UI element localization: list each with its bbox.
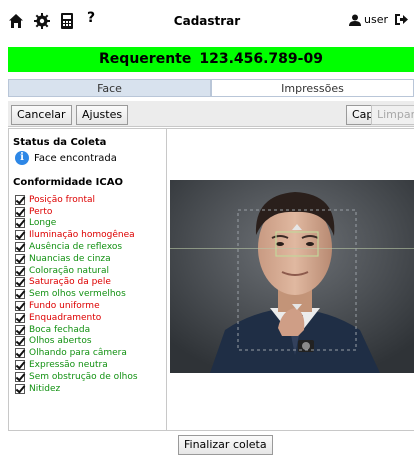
status-message: Face encontrada (34, 152, 117, 164)
checkbox[interactable] (15, 301, 25, 312)
user-name: user (364, 13, 388, 26)
icao-item-label: Iluminação homogênea (29, 230, 135, 241)
icao-item-label: Sem olhos vermelhos (29, 289, 126, 300)
icao-item-label: Sem obstrução de olhos (29, 371, 138, 382)
checkbox[interactable] (15, 230, 25, 241)
user-menu[interactable]: user (349, 13, 408, 26)
icao-item: Boca fechada (15, 324, 138, 336)
checkbox[interactable] (15, 277, 25, 288)
checkbox[interactable] (15, 336, 25, 347)
icao-item-label: Expressão neutra (29, 360, 108, 371)
icao-item: Iluminação homogênea (15, 229, 138, 241)
applicant-number: 123.456.789-09 (199, 51, 323, 67)
user-icon (349, 14, 361, 26)
checkbox[interactable] (15, 218, 25, 229)
status-panel: Status da Coleta i Face encontrada Confo… (9, 129, 167, 430)
finish-capture-button[interactable]: Finalizar coleta (178, 435, 273, 455)
face-photo (170, 180, 414, 373)
device-icon[interactable] (61, 13, 73, 32)
icao-item-label: Nuancias de cinza (29, 253, 111, 264)
icao-item-label: Fundo uniforme (29, 301, 100, 312)
tab-fingerprints[interactable]: Impressões (211, 79, 414, 97)
applicant-banner: Requerente 123.456.789-09 (8, 47, 414, 72)
icao-item-label: Boca fechada (29, 324, 91, 335)
icao-item: Ausência de reflexos (15, 241, 138, 253)
icao-item-label: Olhos abertos (29, 336, 92, 347)
checkbox[interactable] (15, 324, 25, 335)
icao-item-label: Nitidez (29, 383, 61, 394)
checkbox[interactable] (15, 206, 25, 217)
icao-item: Olhando para câmera (15, 347, 138, 359)
gear-icon[interactable] (34, 13, 50, 32)
icao-item-label: Coloração natural (29, 265, 110, 276)
status-title: Status da Coleta (13, 137, 107, 148)
capture-tabs: Face Impressões (8, 79, 414, 97)
icao-item: Olhos abertos (15, 336, 138, 348)
icao-item: Nitidez (15, 383, 138, 395)
icao-item-label: Ausência de reflexos (29, 242, 123, 253)
icao-item-label: Posição frontal (29, 194, 96, 205)
icao-item: Sem olhos vermelhos (15, 288, 138, 300)
icao-item-label: Longe (29, 218, 57, 229)
icao-item: Saturação da pele (15, 277, 138, 289)
toolbar: Cancelar Ajustes Capturar Limpar (8, 101, 414, 127)
help-icon[interactable]: ? (87, 10, 95, 26)
top-bar: ? Cadastrar user (0, 0, 414, 44)
icao-item-label: Perto (29, 206, 53, 217)
checkbox[interactable] (15, 360, 25, 371)
tab-face[interactable]: Face (8, 79, 211, 97)
capture-panel: Status da Coleta i Face encontrada Confo… (8, 128, 414, 431)
footer: Finalizar coleta (0, 431, 414, 456)
checkbox[interactable] (15, 371, 25, 382)
icao-item: Enquadramento (15, 312, 138, 324)
icao-item-label: Saturação da pele (29, 277, 111, 288)
icao-item: Sem obstrução de olhos (15, 371, 138, 383)
checkbox[interactable] (15, 265, 25, 276)
applicant-label: Requerente (99, 51, 192, 67)
settings-button[interactable]: Ajustes (76, 105, 129, 125)
checkbox[interactable] (15, 312, 25, 323)
icao-item: Nuancias de cinza (15, 253, 138, 265)
icao-item: Fundo uniforme (15, 300, 138, 312)
checkbox[interactable] (15, 242, 25, 253)
icao-checklist: Posição frontal Perto Longe Iluminação homo… (15, 194, 138, 395)
checkbox[interactable] (15, 383, 25, 394)
status-row: i Face encontrada (15, 151, 117, 165)
clear-button: Limpar (371, 105, 414, 125)
icao-title: Conformidade ICAO (13, 177, 123, 188)
icao-item: Coloração natural (15, 265, 138, 277)
logout-icon[interactable] (394, 13, 408, 26)
checkbox[interactable] (15, 348, 25, 359)
home-icon[interactable] (8, 13, 24, 32)
checkbox[interactable] (15, 289, 25, 300)
info-icon: i (15, 151, 29, 165)
icao-item-label: Olhando para câmera (29, 348, 127, 359)
checkbox[interactable] (15, 194, 25, 205)
checkbox[interactable] (15, 253, 25, 264)
icao-item-label: Enquadramento (29, 312, 102, 323)
icao-item: Longe (15, 218, 138, 230)
icao-item: Posição frontal (15, 194, 138, 206)
icao-item: Expressão neutra (15, 359, 138, 371)
icao-item: Perto (15, 206, 138, 218)
cancel-button[interactable]: Cancelar (11, 105, 72, 125)
camera-preview (168, 129, 414, 430)
